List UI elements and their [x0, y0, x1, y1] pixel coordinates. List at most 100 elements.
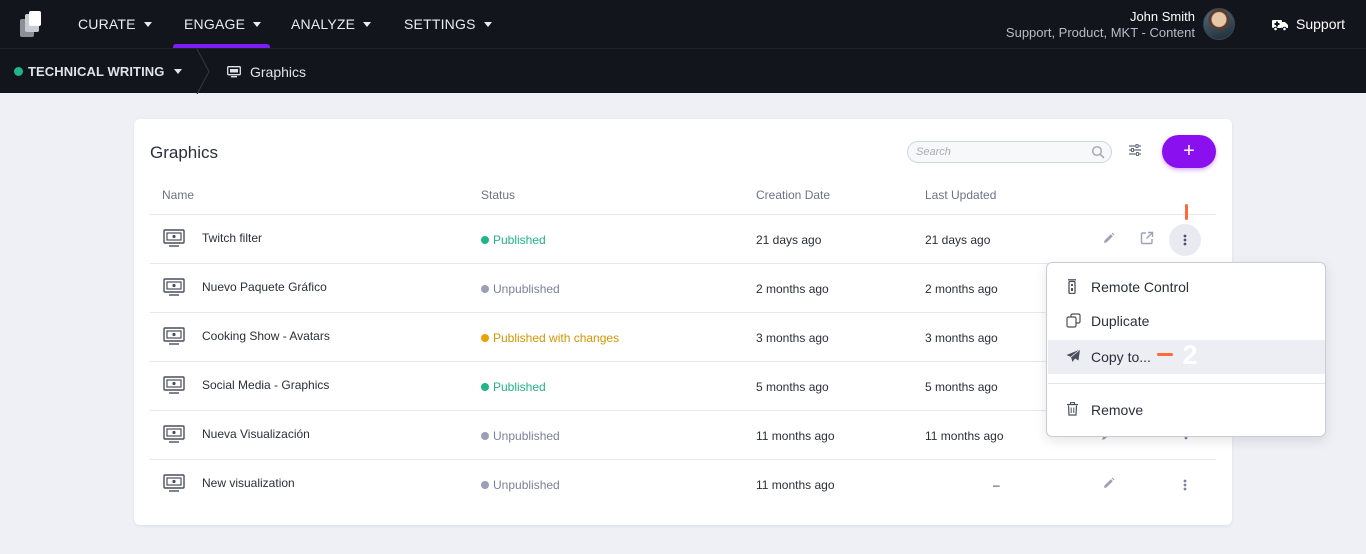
row-name[interactable]: Cooking Show - Avatars [202, 329, 330, 343]
send-icon [1066, 349, 1081, 362]
nav-settings-label: SETTINGS [404, 16, 476, 32]
ambulance-icon [1272, 19, 1288, 31]
status-badge: Published [481, 233, 546, 247]
more-options-button[interactable] [1169, 469, 1201, 501]
menu-item-label: Remote Control [1091, 279, 1190, 295]
row-created: 11 months ago [756, 478, 835, 492]
row-updated: 2 months ago [925, 282, 998, 296]
nav-analyze[interactable]: ANALYZE [291, 0, 372, 48]
status-badge: Published with changes [481, 331, 619, 345]
row-updated: – [993, 478, 1000, 492]
column-header-created[interactable]: Creation Date [756, 188, 830, 202]
duplicate-icon [1066, 313, 1081, 328]
row-created: 5 months ago [756, 380, 829, 394]
row-created: 3 months ago [756, 331, 829, 345]
monitor-icon [227, 65, 241, 77]
nav-analyze-label: ANALYZE [291, 16, 356, 32]
graphic-package-icon [163, 229, 185, 247]
graphic-package-icon [163, 425, 185, 443]
menu-item-duplicate[interactable]: Duplicate [1048, 304, 1325, 338]
row-name[interactable]: Nueva Visualización [202, 427, 310, 441]
step-marker-1: 1 [1165, 165, 1207, 207]
graphic-package-icon [163, 327, 185, 345]
menu-item-remove[interactable]: Remove [1048, 393, 1325, 427]
table-row[interactable]: New visualization Unpublished 11 months … [150, 460, 1216, 509]
step-marker-1-label: 1 [1178, 170, 1194, 201]
filter-icon[interactable] [1128, 143, 1142, 157]
avatar[interactable] [1203, 8, 1235, 40]
annotation-connector [1185, 204, 1188, 220]
table-row[interactable]: Twitch filter Published 21 days ago 21 d… [150, 215, 1216, 264]
search-icon[interactable] [1091, 145, 1105, 159]
app-logo-icon[interactable] [18, 11, 44, 39]
chevron-down-icon [253, 21, 262, 27]
more-options-button[interactable] [1169, 224, 1201, 256]
row-created: 2 months ago [756, 282, 829, 296]
status-dot [481, 334, 489, 342]
step-marker-2: 2 [1169, 334, 1211, 376]
project-name: TECHNICAL WRITING [28, 64, 165, 79]
page-title: Graphics [150, 143, 219, 162]
more-vertical-icon [1183, 234, 1187, 246]
column-header-status[interactable]: Status [481, 188, 515, 202]
chevron-down-icon [173, 69, 182, 74]
nav-curate[interactable]: CURATE [78, 0, 152, 48]
annotation-connector [1157, 353, 1173, 356]
status-badge: Unpublished [481, 429, 560, 443]
nav-curate-label: CURATE [78, 16, 136, 32]
menu-item-remote-control[interactable]: Remote Control [1048, 270, 1325, 304]
pencil-icon[interactable] [1102, 232, 1115, 245]
support-button[interactable]: Support [1272, 0, 1345, 48]
step-marker-2-label: 2 [1182, 339, 1198, 370]
row-updated: 21 days ago [925, 233, 991, 247]
status-badge: Unpublished [481, 282, 560, 296]
menu-item-label: Remove [1091, 402, 1144, 418]
user-name[interactable]: John Smith [1130, 9, 1195, 24]
add-graphic-button[interactable]: + [1162, 135, 1216, 168]
status-text: Unpublished [493, 429, 560, 443]
top-navigation-bar: CURATE ENGAGE ANALYZE SETTINGS John Smit… [0, 0, 1366, 48]
column-header-name[interactable]: Name [162, 188, 194, 202]
status-dot [481, 383, 489, 391]
status-text: Published with changes [493, 331, 620, 345]
chevron-down-icon [363, 21, 372, 27]
search-box[interactable] [907, 141, 1112, 163]
row-name[interactable]: New visualization [202, 476, 295, 490]
project-status-dot [14, 67, 23, 76]
row-updated: 11 months ago [925, 429, 1004, 443]
status-dot [481, 236, 489, 244]
search-input[interactable] [916, 144, 1086, 160]
status-dot [481, 432, 489, 440]
row-updated: 5 months ago [925, 380, 998, 394]
menu-item-label: Duplicate [1091, 313, 1150, 329]
status-dot [481, 285, 489, 293]
graphic-package-icon [163, 474, 185, 492]
external-link-icon[interactable] [1140, 231, 1154, 245]
user-role[interactable]: Support, Product, MKT - Content [1006, 25, 1195, 40]
row-name[interactable]: Social Media - Graphics [202, 378, 329, 392]
breadcrumb-current-page: Graphics [227, 49, 306, 94]
breadcrumb-page-label: Graphics [250, 63, 307, 80]
trash-icon [1067, 402, 1078, 416]
nav-engage-label: ENGAGE [184, 16, 246, 32]
row-updated: 3 months ago [925, 331, 998, 345]
status-text: Published [493, 380, 546, 394]
breadcrumb: TECHNICAL WRITING Graphics [0, 48, 1366, 94]
menu-item-label: Copy to... [1091, 349, 1151, 365]
row-name[interactable]: Nuevo Paquete Gráfico [202, 280, 327, 294]
project-selector[interactable]: TECHNICAL WRITING [14, 49, 182, 94]
status-dot [481, 481, 489, 489]
column-header-updated[interactable]: Last Updated [925, 188, 996, 202]
graphic-package-icon [163, 278, 185, 296]
status-badge: Unpublished [481, 478, 560, 492]
status-text: Published [493, 233, 546, 247]
remote-icon [1068, 279, 1076, 294]
row-name[interactable]: Twitch filter [202, 231, 262, 245]
pencil-icon[interactable] [1102, 477, 1115, 490]
chevron-down-icon [483, 21, 492, 27]
status-badge: Published [481, 380, 546, 394]
nav-engage[interactable]: ENGAGE [184, 0, 262, 48]
nav-settings[interactable]: SETTINGS [404, 0, 492, 48]
status-text: Unpublished [493, 478, 560, 492]
graphic-package-icon [163, 376, 185, 394]
